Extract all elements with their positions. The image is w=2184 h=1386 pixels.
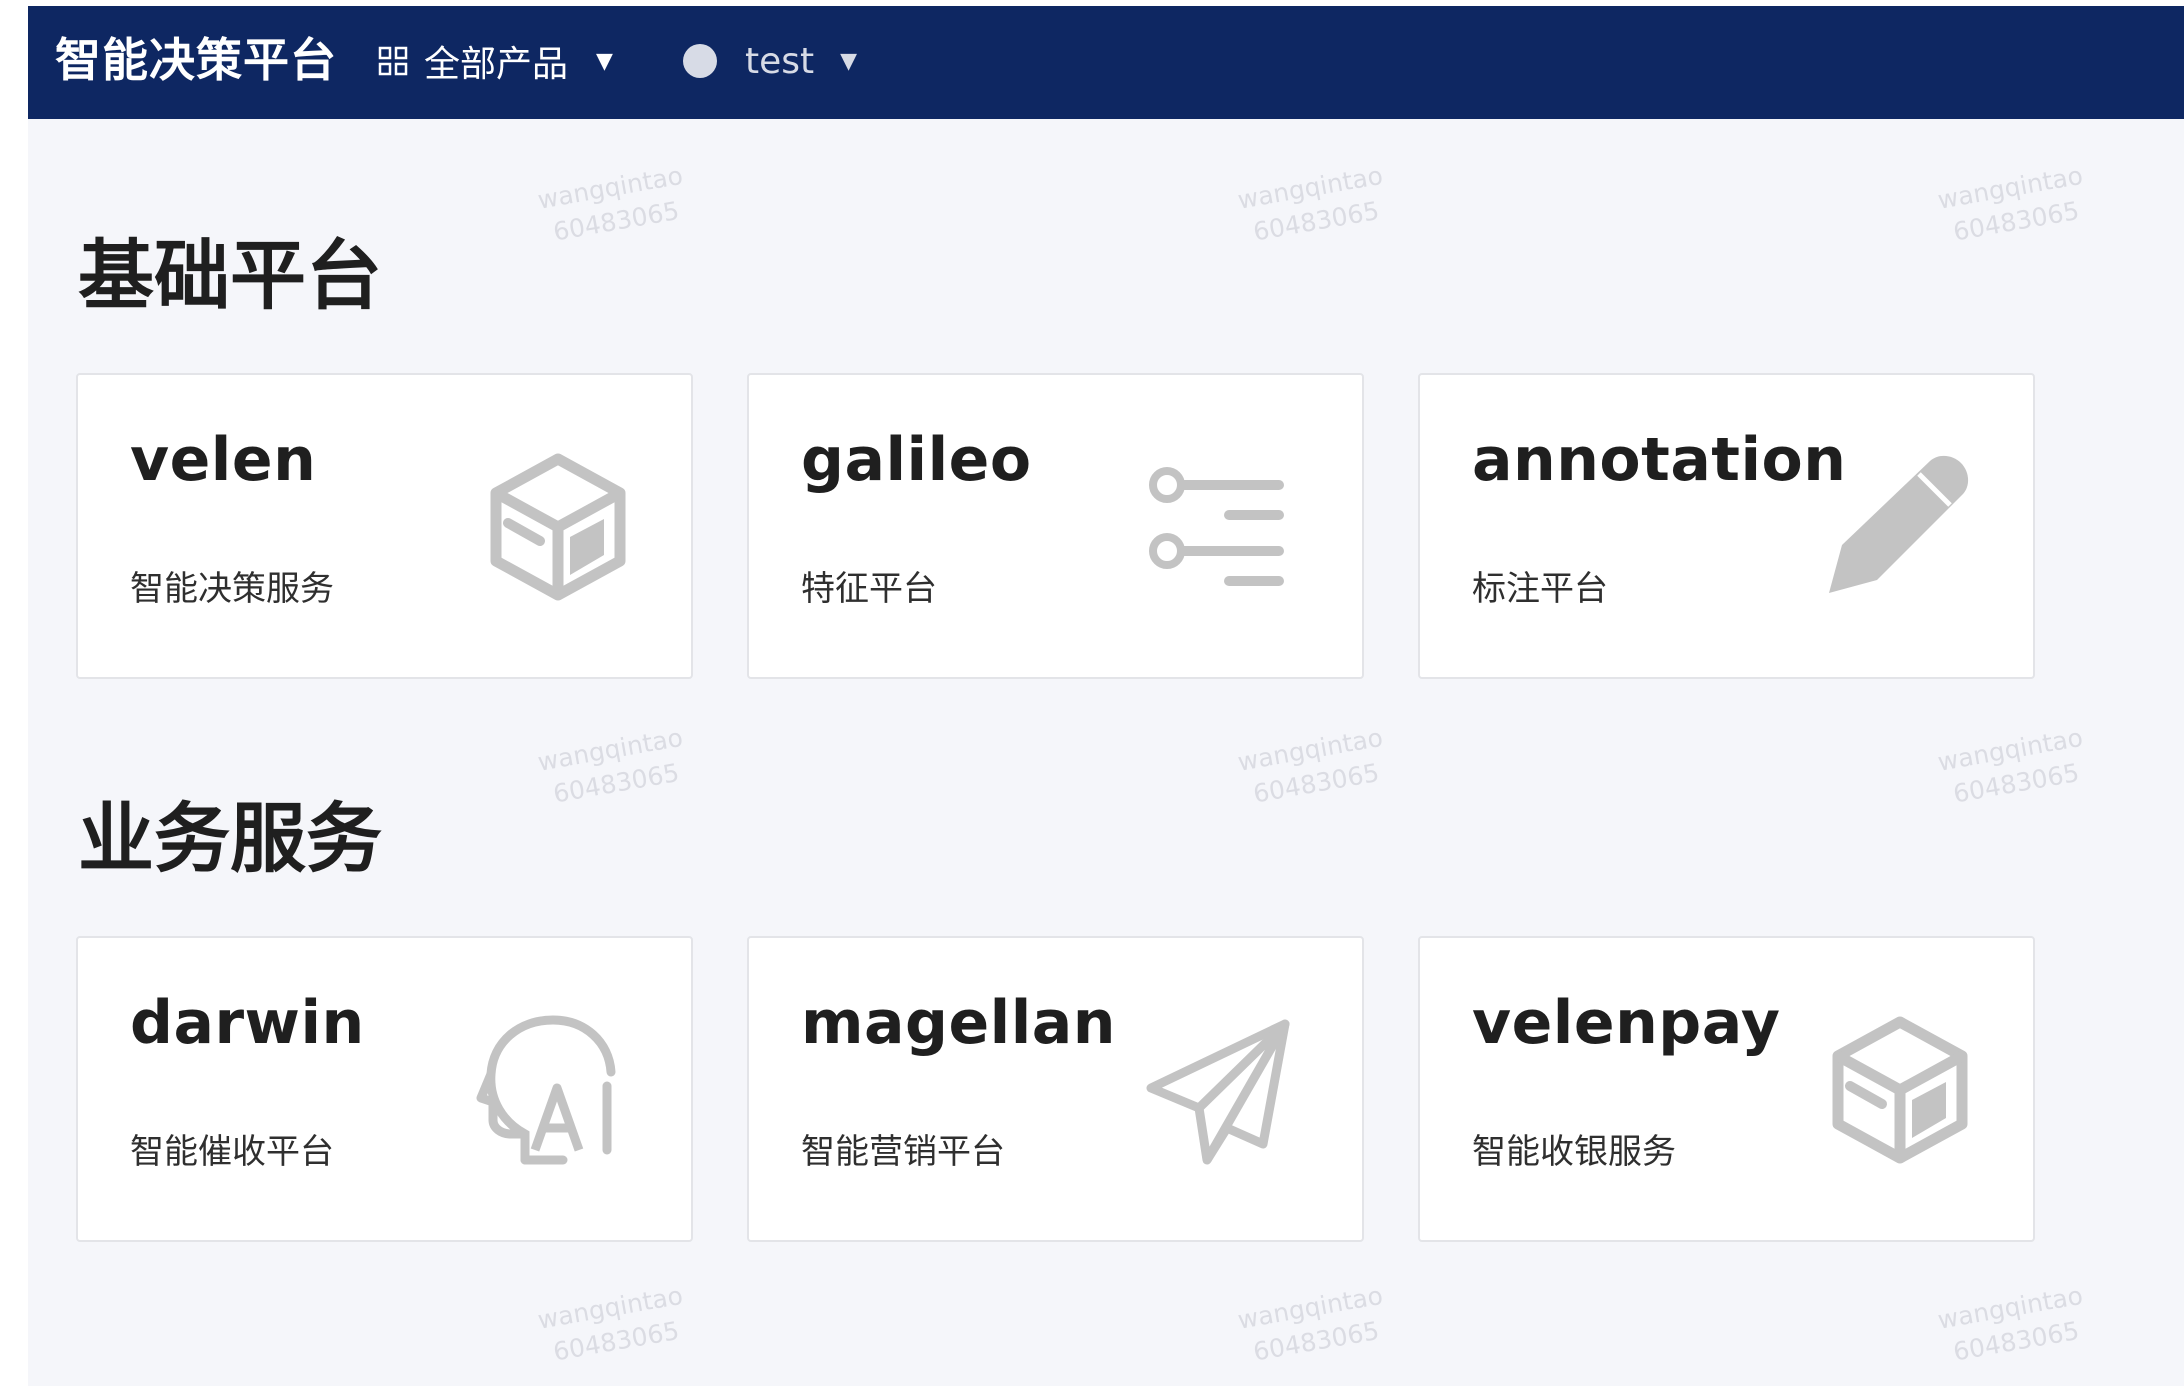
- section-title-basic-platform: 基础平台: [78, 231, 382, 320]
- watermark: wangqintao 60483065: [1935, 160, 2085, 247]
- all-products-label: 全部产品: [424, 44, 569, 85]
- card-desc: 智能营销平台: [801, 1132, 1005, 1172]
- card-name: darwin: [130, 988, 365, 1058]
- filter-list-icon: [1149, 467, 1284, 586]
- watermark: wangqintao 60483065: [535, 1280, 685, 1367]
- watermark: wangqintao 60483065: [1235, 160, 1385, 247]
- product-card-galileo[interactable]: galileo 特征平台: [747, 373, 1364, 679]
- product-card-velenpay[interactable]: velenpay 智能收银服务: [1418, 936, 2035, 1242]
- grid-icon: [378, 46, 408, 76]
- product-card-annotation[interactable]: annotation 标注平台: [1418, 373, 2035, 679]
- user-menu[interactable]: test ▼: [683, 36, 857, 86]
- watermark: wangqintao 60483065: [1235, 1280, 1385, 1367]
- card-name: velen: [130, 425, 317, 495]
- card-desc: 智能决策服务: [130, 569, 334, 609]
- watermark: wangqintao 60483065: [1935, 1280, 2085, 1367]
- user-name: test: [745, 40, 815, 82]
- paper-plane-icon: [1146, 1019, 1290, 1165]
- cube-icon: [490, 453, 626, 601]
- watermark: wangqintao 60483065: [535, 160, 685, 247]
- ai-head-icon: [476, 1015, 616, 1165]
- watermark: wangqintao 60483065: [1935, 722, 2085, 809]
- card-name: annotation: [1472, 425, 1847, 495]
- card-name: velenpay: [1472, 988, 1781, 1058]
- brand-title[interactable]: 智能决策平台: [55, 30, 337, 90]
- app-window: 智能决策平台 全部产品 ▼ test ▼ wangqintao 60483065 …: [28, 6, 2184, 1386]
- cube-icon: [1832, 1016, 1968, 1164]
- card-name: magellan: [801, 988, 1116, 1058]
- card-name: galileo: [801, 425, 1032, 495]
- card-desc: 智能收银服务: [1472, 1132, 1676, 1172]
- caret-down-icon: ▼: [840, 48, 858, 74]
- pencil-icon: [1829, 455, 1969, 593]
- card-desc: 标注平台: [1472, 569, 1608, 609]
- product-card-magellan[interactable]: magellan 智能营销平台: [747, 936, 1364, 1242]
- card-desc: 特征平台: [801, 569, 937, 609]
- product-card-velen[interactable]: velen 智能决策服务: [76, 373, 693, 679]
- product-card-darwin[interactable]: darwin 智能催收平台: [76, 936, 693, 1242]
- top-navbar: 智能决策平台 全部产品 ▼ test ▼: [28, 6, 2184, 119]
- watermark: wangqintao 60483065: [535, 722, 685, 809]
- card-desc: 智能催收平台: [130, 1132, 334, 1172]
- user-avatar-icon: [683, 44, 717, 78]
- caret-down-icon: ▼: [596, 48, 613, 74]
- section-title-business-services: 业务服务: [78, 794, 382, 883]
- all-products-menu[interactable]: 全部产品 ▼: [378, 36, 613, 86]
- watermark: wangqintao 60483065: [1235, 722, 1385, 809]
